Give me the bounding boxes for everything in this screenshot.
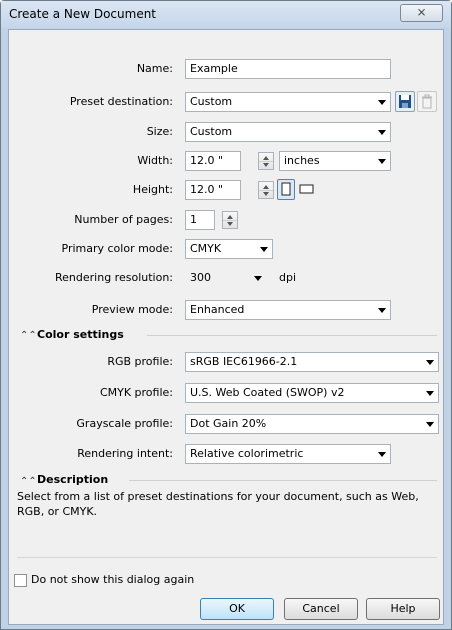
section-divider (129, 480, 437, 481)
do-not-show-checkbox[interactable] (14, 574, 27, 587)
spin-up-icon (227, 215, 233, 219)
preset-destination-label: Preset destination: (69, 95, 173, 108)
width-label: Width: (137, 154, 173, 167)
rgb-profile-select[interactable]: sRGB IEC61966-2.1 (185, 352, 439, 372)
width-value: 12.0 " (190, 154, 224, 167)
rendering-intent-label: Rendering intent: (77, 447, 173, 460)
pages-value: 1 (190, 213, 197, 226)
size-label: Size: (146, 125, 173, 138)
spin-down-icon (263, 192, 269, 196)
rendering-intent-select[interactable]: Relative colorimetric (185, 444, 391, 464)
landscape-icon (299, 184, 314, 194)
dialog-window: Create a New Document ⨯ Name: Example Pr… (0, 0, 452, 630)
title-bar[interactable]: Create a New Document ⨯ (1, 1, 451, 28)
chevron-down-icon (426, 360, 434, 365)
chevron-down-icon (378, 452, 386, 457)
preset-destination-value: Custom (190, 95, 233, 108)
name-value: Example (190, 62, 238, 75)
footer-divider (17, 557, 437, 558)
size-select[interactable]: Custom (185, 122, 391, 142)
chevron-down-icon (426, 422, 434, 427)
chevron-down-icon (260, 247, 268, 252)
name-input[interactable]: Example (185, 59, 391, 79)
cancel-button[interactable]: Cancel (284, 598, 358, 620)
rgb-profile-label: RGB profile: (107, 355, 173, 368)
dialog-content: Name: Example Preset destination: Custom (8, 29, 444, 625)
preset-destination-select[interactable]: Custom (185, 92, 391, 112)
chevron-down-icon (426, 391, 434, 396)
landscape-button[interactable] (298, 182, 316, 196)
cmyk-profile-label: CMYK profile: (99, 386, 173, 399)
grayscale-profile-select[interactable]: Dot Gain 20% (185, 414, 439, 434)
double-chevron-up-icon[interactable]: ⌃⌃ (20, 476, 37, 487)
pages-spinner[interactable] (222, 211, 238, 229)
trash-icon (422, 94, 432, 109)
grayscale-profile-value: Dot Gain 20% (190, 417, 267, 430)
spin-down-icon (227, 222, 233, 226)
portrait-icon (281, 182, 291, 196)
color-mode-value: CMYK (190, 242, 222, 255)
preview-mode-label: Preview mode: (91, 303, 173, 316)
window-title: Create a New Document (9, 7, 157, 21)
grayscale-profile-label: Grayscale profile: (76, 417, 173, 430)
height-label: Height: (132, 183, 173, 196)
save-preset-button[interactable] (395, 91, 415, 112)
units-value: inches (284, 154, 320, 167)
save-icon (399, 95, 411, 108)
spin-down-icon (263, 163, 269, 167)
rgb-profile-value: sRGB IEC61966-2.1 (190, 355, 298, 368)
resolution-select[interactable]: 300 (185, 268, 273, 288)
spin-up-icon (263, 156, 269, 160)
double-chevron-up-icon[interactable]: ⌃⌃ (20, 330, 37, 341)
width-input[interactable]: 12.0 " (185, 151, 241, 171)
height-input[interactable]: 12.0 " (185, 180, 241, 200)
preview-mode-value: Enhanced (190, 303, 245, 316)
ok-button[interactable]: OK (200, 598, 274, 620)
section-divider (147, 335, 437, 336)
do-not-show-label[interactable]: Do not show this dialog again (31, 573, 194, 586)
chevron-down-icon (378, 100, 386, 105)
close-icon: ⨯ (416, 5, 427, 19)
dpi-unit-label: dpi (279, 271, 297, 284)
description-header[interactable]: Description (37, 473, 108, 486)
rendering-intent-value: Relative colorimetric (190, 447, 304, 460)
color-mode-label: Primary color mode: (61, 242, 174, 255)
close-button[interactable]: ⨯ (400, 4, 443, 22)
height-value: 12.0 " (190, 183, 224, 196)
cmyk-profile-select[interactable]: U.S. Web Coated (SWOP) v2 (185, 383, 439, 403)
description-text: Select from a list of preset destination… (17, 490, 419, 518)
pages-input[interactable]: 1 (185, 210, 215, 230)
chevron-down-icon (254, 276, 262, 281)
help-button[interactable]: Help (366, 598, 440, 620)
pages-label: Number of pages: (74, 213, 173, 226)
chevron-down-icon (378, 159, 386, 164)
color-mode-select[interactable]: CMYK (185, 239, 273, 259)
units-select[interactable]: inches (279, 151, 391, 171)
portrait-button[interactable] (277, 179, 295, 200)
chevron-down-icon (378, 308, 386, 313)
resolution-label: Rendering resolution: (55, 271, 173, 284)
size-value: Custom (190, 125, 233, 138)
cmyk-profile-value: U.S. Web Coated (SWOP) v2 (190, 386, 345, 399)
name-label: Name: (136, 62, 173, 75)
color-settings-header[interactable]: Color settings (37, 328, 124, 341)
width-spinner[interactable] (258, 152, 274, 170)
delete-preset-button[interactable] (417, 91, 437, 112)
preview-mode-select[interactable]: Enhanced (185, 300, 391, 320)
chevron-down-icon (378, 130, 386, 135)
height-spinner[interactable] (258, 181, 274, 199)
spin-up-icon (263, 185, 269, 189)
resolution-value: 300 (190, 271, 211, 284)
